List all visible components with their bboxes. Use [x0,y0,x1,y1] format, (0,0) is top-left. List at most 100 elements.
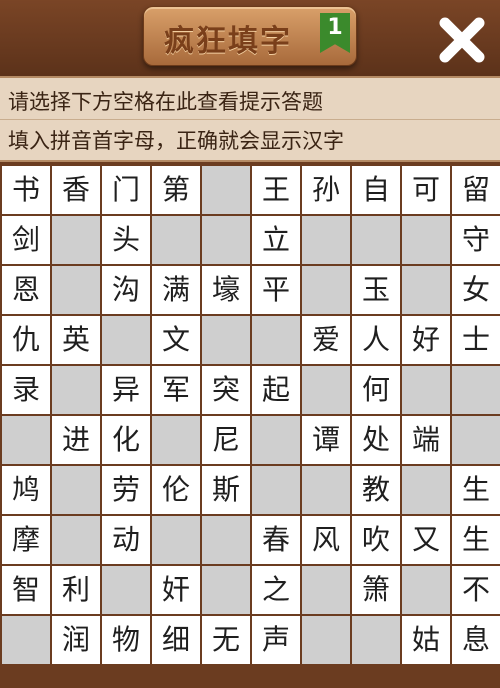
grid-cell-blank[interactable] [352,216,400,264]
grid-cell-letter[interactable]: 录 [2,366,50,414]
grid-cell-blank[interactable] [302,466,350,514]
grid-cell-letter[interactable]: 姑 [402,616,450,664]
grid-cell-letter[interactable]: 生 [452,466,500,514]
grid-cell-letter[interactable]: 恩 [2,266,50,314]
grid-cell-letter[interactable]: 奸 [152,566,200,614]
grid-cell-letter[interactable]: 爱 [302,316,350,364]
grid-cell-letter[interactable]: 之 [252,566,300,614]
grid-cell-letter[interactable]: 书 [2,166,50,214]
grid-cell-letter[interactable]: 谭 [302,416,350,464]
grid-cell-blank[interactable] [202,216,250,264]
grid-cell-letter[interactable]: 斯 [202,466,250,514]
grid-cell-blank[interactable] [52,516,100,564]
grid-cell-letter[interactable]: 化 [102,416,150,464]
grid-cell-letter[interactable]: 智 [2,566,50,614]
grid-cell-blank[interactable] [252,316,300,364]
grid-cell-letter[interactable]: 吹 [352,516,400,564]
grid-cell-letter[interactable]: 英 [52,316,100,364]
grid-cell-blank[interactable] [452,416,500,464]
grid-cell-letter[interactable]: 壕 [202,266,250,314]
grid-cell-letter[interactable]: 士 [452,316,500,364]
grid-cell-letter[interactable]: 孙 [302,166,350,214]
close-button[interactable] [436,14,488,66]
grid-cell-blank[interactable] [302,566,350,614]
grid-cell-blank[interactable] [302,216,350,264]
grid-cell-letter[interactable]: 又 [402,516,450,564]
grid-cell-blank[interactable] [402,466,450,514]
grid-cell-letter[interactable]: 剑 [2,216,50,264]
grid-cell-letter[interactable]: 沟 [102,266,150,314]
grid-cell-blank[interactable] [302,366,350,414]
grid-cell-letter[interactable]: 文 [152,316,200,364]
grid-cell-letter[interactable]: 女 [452,266,500,314]
grid-cell-letter[interactable]: 突 [202,366,250,414]
grid-cell-blank[interactable] [452,366,500,414]
grid-cell-blank[interactable] [252,416,300,464]
grid-cell-letter[interactable]: 满 [152,266,200,314]
grid-cell-blank[interactable] [402,266,450,314]
grid-cell-blank[interactable] [52,266,100,314]
grid-cell-letter[interactable]: 军 [152,366,200,414]
grid-cell-blank[interactable] [302,266,350,314]
grid-cell-letter[interactable]: 起 [252,366,300,414]
grid-cell-letter[interactable]: 物 [102,616,150,664]
grid-cell-letter[interactable]: 劳 [102,466,150,514]
grid-cell-blank[interactable] [202,566,250,614]
grid-cell-letter[interactable]: 平 [252,266,300,314]
grid-cell-letter[interactable]: 动 [102,516,150,564]
grid-cell-letter[interactable]: 处 [352,416,400,464]
grid-cell-letter[interactable]: 王 [252,166,300,214]
grid-cell-letter[interactable]: 息 [452,616,500,664]
grid-cell-letter[interactable]: 何 [352,366,400,414]
grid-cell-letter[interactable]: 可 [402,166,450,214]
grid-cell-letter[interactable]: 鸠 [2,466,50,514]
grid-cell-blank[interactable] [52,216,100,264]
grid-cell-blank[interactable] [102,566,150,614]
grid-cell-letter[interactable]: 留 [452,166,500,214]
grid-cell-letter[interactable]: 风 [302,516,350,564]
grid-cell-letter[interactable]: 伦 [152,466,200,514]
grid-cell-letter[interactable]: 箫 [352,566,400,614]
grid-cell-letter[interactable]: 守 [452,216,500,264]
grid-cell-blank[interactable] [402,216,450,264]
grid-cell-letter[interactable]: 春 [252,516,300,564]
grid-cell-letter[interactable]: 生 [452,516,500,564]
grid-cell-letter[interactable]: 声 [252,616,300,664]
grid-cell-blank[interactable] [152,216,200,264]
grid-cell-letter[interactable]: 润 [52,616,100,664]
grid-cell-letter[interactable]: 进 [52,416,100,464]
grid-cell-letter[interactable]: 端 [402,416,450,464]
grid-cell-letter[interactable]: 玉 [352,266,400,314]
grid-cell-letter[interactable]: 香 [52,166,100,214]
grid-cell-letter[interactable]: 无 [202,616,250,664]
grid-cell-letter[interactable]: 好 [402,316,450,364]
grid-cell-blank[interactable] [102,316,150,364]
grid-cell-letter[interactable]: 门 [102,166,150,214]
grid-cell-blank[interactable] [252,466,300,514]
grid-cell-blank[interactable] [152,516,200,564]
grid-cell-letter[interactable]: 自 [352,166,400,214]
grid-cell-letter[interactable]: 细 [152,616,200,664]
grid-cell-letter[interactable]: 异 [102,366,150,414]
grid-cell-letter[interactable]: 立 [252,216,300,264]
grid-cell-blank[interactable] [202,166,250,214]
grid-cell-letter[interactable]: 教 [352,466,400,514]
grid-cell-blank[interactable] [152,416,200,464]
grid-cell-letter[interactable]: 摩 [2,516,50,564]
grid-cell-letter[interactable]: 头 [102,216,150,264]
grid-cell-blank[interactable] [352,616,400,664]
grid-cell-letter[interactable]: 人 [352,316,400,364]
grid-cell-blank[interactable] [202,316,250,364]
grid-cell-blank[interactable] [202,516,250,564]
grid-cell-blank[interactable] [52,366,100,414]
grid-cell-blank[interactable] [2,416,50,464]
grid-cell-letter[interactable]: 尼 [202,416,250,464]
grid-cell-blank[interactable] [302,616,350,664]
grid-cell-letter[interactable]: 不 [452,566,500,614]
grid-cell-blank[interactable] [402,566,450,614]
grid-cell-blank[interactable] [52,466,100,514]
grid-cell-letter[interactable]: 仇 [2,316,50,364]
grid-cell-blank[interactable] [402,366,450,414]
grid-cell-letter[interactable]: 第 [152,166,200,214]
grid-cell-blank[interactable] [2,616,50,664]
